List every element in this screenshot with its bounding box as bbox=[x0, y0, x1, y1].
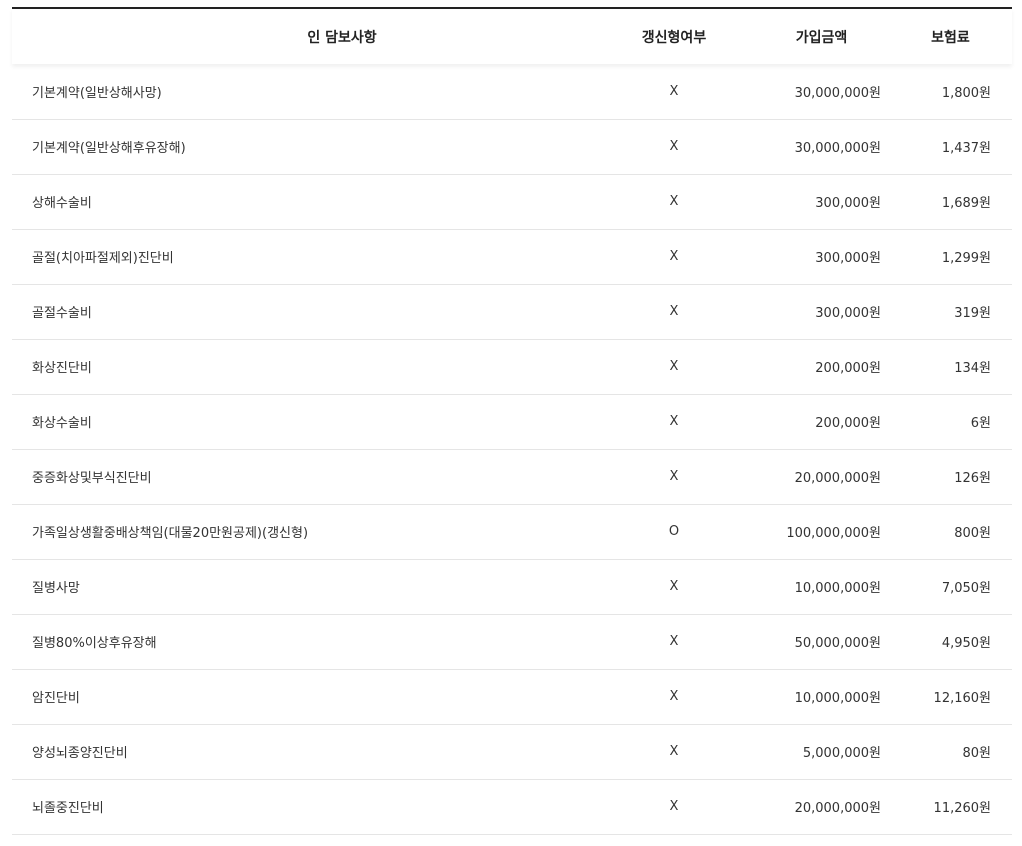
premium-cell: 1,299원 bbox=[941, 251, 991, 266]
coverage-name-cell: 암진단비 bbox=[32, 691, 80, 706]
header-coverage-name: 인 담보사항 bbox=[12, 8, 612, 64]
renewal-cell: X bbox=[669, 634, 679, 649]
header-amount: 가입금액 bbox=[736, 8, 881, 64]
amount-cell: 200,000원 bbox=[815, 361, 881, 376]
premium-cell: 12,160원 bbox=[933, 691, 991, 706]
coverage-name-cell: 뇌졸중진단비 bbox=[32, 801, 104, 816]
amount-cell: 200,000원 bbox=[815, 416, 881, 431]
amount-cell: 20,000,000원 bbox=[794, 471, 881, 486]
premium-cell: 134원 bbox=[954, 361, 991, 376]
amount-cell: 300,000원 bbox=[815, 251, 881, 266]
renewal-cell: X bbox=[669, 139, 679, 154]
table-row: 골절수술비 X 300,000원 319원 bbox=[12, 284, 1012, 339]
coverage-name-cell: 가족일상생활중배상책임(대물20만원공제)(갱신형) bbox=[32, 526, 309, 541]
header-row: 인 담보사항 갱신형여부 가입금액 보험료 bbox=[12, 8, 1012, 64]
premium-cell: 6원 bbox=[970, 416, 991, 431]
coverage-name-cell: 양성뇌종양진단비 bbox=[32, 746, 128, 761]
renewal-cell: X bbox=[669, 249, 679, 264]
renewal-cell: X bbox=[669, 414, 679, 429]
coverage-name-cell: 골절수술비 bbox=[32, 306, 92, 321]
premium-cell: 1,689원 bbox=[941, 196, 991, 211]
amount-cell: 300,000원 bbox=[815, 196, 881, 211]
amount-cell: 100,000,000원 bbox=[786, 526, 881, 541]
renewal-cell: O bbox=[668, 524, 680, 539]
premium-cell: 1,437원 bbox=[941, 141, 991, 156]
premium-cell: 4,950원 bbox=[941, 636, 991, 651]
renewal-cell: X bbox=[669, 744, 679, 759]
renewal-cell: X bbox=[669, 799, 679, 814]
amount-cell: 50,000,000원 bbox=[794, 636, 881, 651]
renewal-cell: X bbox=[669, 359, 679, 374]
table-body: 기본계약(일반상해사망) X 30,000,000원 1,800원기본계약(일반상해후… bbox=[12, 64, 1012, 834]
renewal-cell: X bbox=[669, 83, 679, 99]
coverage-table: 인 담보사항 갱신형여부 가입금액 보험료 기본계약(일반상해사망) X 30,00… bbox=[12, 7, 1012, 835]
premium-cell: 800원 bbox=[954, 526, 991, 541]
premium-cell: 1,800원 bbox=[941, 85, 991, 101]
renewal-cell: X bbox=[669, 469, 679, 484]
table-row: 기본계약(일반상해후유장해) X 30,000,000원 1,437원 bbox=[12, 119, 1012, 174]
amount-cell: 300,000원 bbox=[815, 306, 881, 321]
table-row: 질병사망 X 10,000,000원 7,050원 bbox=[12, 559, 1012, 614]
table-row: 질병80%이상후유장해 X 50,000,000원 4,950원 bbox=[12, 614, 1012, 669]
renewal-cell: X bbox=[669, 689, 679, 704]
coverage-name-cell: 화상진단비 bbox=[32, 361, 92, 376]
premium-cell: 126원 bbox=[954, 471, 991, 486]
table-row: 뇌졸중진단비 X 20,000,000원 11,260원 bbox=[12, 779, 1012, 834]
table-header: 인 담보사항 갱신형여부 가입금액 보험료 bbox=[12, 8, 1012, 64]
amount-cell: 30,000,000원 bbox=[794, 141, 881, 156]
premium-cell: 7,050원 bbox=[941, 581, 991, 596]
amount-cell: 5,000,000원 bbox=[802, 746, 881, 761]
coverage-name-cell: 화상수술비 bbox=[32, 416, 92, 431]
premium-cell: 11,260원 bbox=[933, 801, 991, 816]
header-renewal: 갱신형여부 bbox=[612, 8, 736, 64]
table-row: 암진단비 X 10,000,000원 12,160원 bbox=[12, 669, 1012, 724]
table-row: 가족일상생활중배상책임(대물20만원공제)(갱신형) O 100,000,000원 8… bbox=[12, 504, 1012, 559]
amount-cell: 10,000,000원 bbox=[794, 691, 881, 706]
table-row: 양성뇌종양진단비 X 5,000,000원 80원 bbox=[12, 724, 1012, 779]
premium-cell: 80원 bbox=[962, 746, 991, 761]
coverage-name-cell: 기본계약(일반상해사망) bbox=[32, 85, 162, 101]
amount-cell: 10,000,000원 bbox=[794, 581, 881, 596]
table-row: 화상진단비 X 200,000원 134원 bbox=[12, 339, 1012, 394]
table-row: 중증화상및부식진단비 X 20,000,000원 126원 bbox=[12, 449, 1012, 504]
renewal-cell: X bbox=[669, 304, 679, 319]
coverage-name-cell: 기본계약(일반상해후유장해) bbox=[32, 141, 186, 156]
coverage-table-container: 인 담보사항 갱신형여부 가입금액 보험료 기본계약(일반상해사망) X 30,00… bbox=[12, 7, 1012, 835]
amount-cell: 30,000,000원 bbox=[794, 85, 881, 101]
table-row: 골절(치아파절제외)진단비 X 300,000원 1,299원 bbox=[12, 229, 1012, 284]
table-row: 상해수술비 X 300,000원 1,689원 bbox=[12, 174, 1012, 229]
table-row: 기본계약(일반상해사망) X 30,000,000원 1,800원 bbox=[12, 64, 1012, 119]
coverage-name-cell: 질병80%이상후유장해 bbox=[32, 636, 157, 651]
table-row: 화상수술비 X 200,000원 6원 bbox=[12, 394, 1012, 449]
coverage-name-cell: 골절(치아파절제외)진단비 bbox=[32, 251, 174, 266]
renewal-cell: X bbox=[669, 194, 679, 209]
coverage-name-cell: 질병사망 bbox=[32, 581, 80, 596]
renewal-cell: X bbox=[669, 579, 679, 594]
premium-cell: 319원 bbox=[954, 306, 991, 321]
amount-cell: 20,000,000원 bbox=[794, 801, 881, 816]
coverage-name-cell: 중증화상및부식진단비 bbox=[32, 471, 152, 486]
coverage-name-cell: 상해수술비 bbox=[32, 196, 92, 211]
header-premium: 보험료 bbox=[881, 8, 1012, 64]
